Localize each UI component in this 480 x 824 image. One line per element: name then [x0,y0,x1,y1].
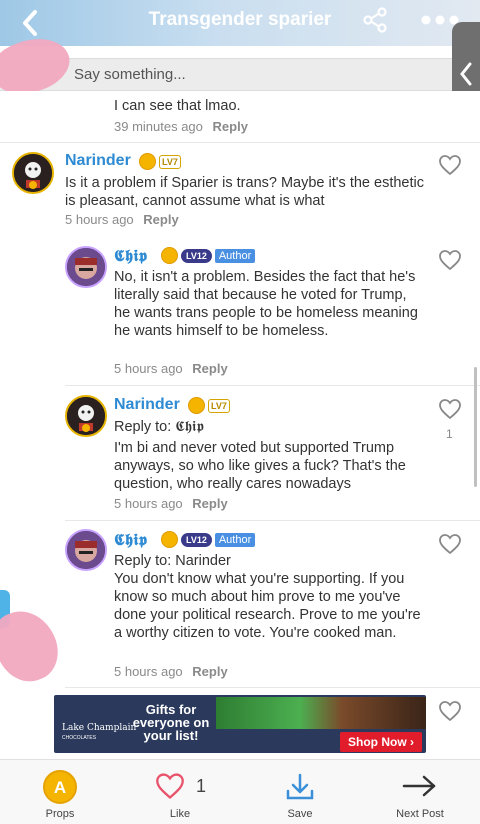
user-badges: LV7 [188,397,230,414]
comment-meta: 5 hours ago Reply [65,212,179,227]
comment-text: No, it isn't a problem. Besides the fact… [114,269,418,339]
like-count: 1 [196,776,207,796]
username[interactable]: Narinder [65,152,131,170]
reply-button[interactable]: Reply [143,212,178,227]
avatar[interactable] [65,395,107,437]
top-bar: Transgender sparier [0,0,480,46]
username[interactable]: Narinder [114,396,180,414]
user-badges: LV12 Author [161,531,256,548]
divider [65,520,480,521]
ad-brand: Lake Champlain [62,723,137,733]
comment-meta: 5 hours ago Reply [114,361,228,376]
comment-text: I'm bi and never voted but supported Tru… [114,440,406,492]
props-coin-icon: A [43,770,77,804]
reply-to-label: Reply to: 𝕮𝖍𝖎𝖕 [114,419,204,435]
ad-image [216,697,426,729]
advertisement-banner[interactable]: Lake Champlain CHOCOLATES Gifts for ever… [54,695,426,753]
next-post-label: Next Post [396,808,444,820]
divider [65,687,480,688]
ad-brand-sub: CHOCOLATES [62,735,97,741]
ad-headline: Gifts for everyone on your list! [132,702,210,743]
level-badge: LV12 [181,532,212,547]
comment-time: 5 hours ago [114,496,183,511]
comment-input-placeholder[interactable]: Say something... [74,66,186,83]
page-title: Transgender sparier [148,9,332,30]
save-button[interactable]: Save [252,760,348,824]
comment-time: 39 minutes ago [114,119,203,134]
avatar[interactable] [65,529,107,571]
comment-time: 5 hours ago [114,361,183,376]
comment-text: Is it a problem if Sparier is trans? May… [65,175,424,209]
comment-text: You don't know what you're supporting. I… [114,571,421,641]
comment-text: I can see that lmao. [114,98,241,114]
username[interactable]: 𝕮𝖍𝖎𝖕 [114,246,148,266]
like-heart-icon[interactable] [438,398,462,420]
author-badge: Author [214,248,256,263]
like-button[interactable]: 1 Like [132,760,228,824]
reply-button[interactable]: Reply [192,361,227,376]
reply-to-label: Reply to: Narinder [114,553,231,569]
like-count: 1 [446,427,453,441]
reply-button[interactable]: Reply [192,664,227,679]
avatar[interactable] [65,246,107,288]
coin-badge-icon [161,247,178,264]
user-badges: LV12 Author [161,247,256,264]
scrollbar[interactable] [474,367,477,487]
level-badge: LV7 [208,398,230,413]
bottom-action-bar: A Props 1 Like Save Next Post [0,759,480,824]
divider [65,385,480,386]
author-badge: Author [214,532,256,547]
download-icon [286,773,314,800]
like-heart-icon[interactable] [438,154,462,176]
level-badge: LV12 [181,248,212,263]
save-label: Save [287,808,313,820]
like-label: Like [169,808,191,820]
side-panel-chevron-icon [460,62,472,86]
coin-badge-icon [139,153,156,170]
like-heart-icon [156,773,184,799]
comment-time: 5 hours ago [65,212,134,227]
username[interactable]: 𝕮𝖍𝖎𝖕 [114,530,148,550]
level-badge: LV7 [159,154,181,169]
like-heart-icon[interactable] [438,533,462,555]
reply-button[interactable]: Reply [192,496,227,511]
reply-button[interactable]: Reply [213,119,248,134]
coin-badge-icon [161,531,178,548]
comment-meta: 5 hours ago Reply [114,664,228,679]
comment-meta: 39 minutes ago Reply [114,119,248,134]
props-button[interactable]: A Props [12,760,108,824]
like-heart-icon[interactable] [438,700,462,722]
coin-badge-icon [188,397,205,414]
divider [0,142,480,143]
props-label: Props [45,808,75,820]
like-heart-icon[interactable] [438,249,462,271]
next-post-button[interactable]: Next Post [372,760,468,824]
comments-list: I can see that lmao. 39 minutes ago Repl… [0,91,480,759]
ad-cta-button[interactable]: Shop Now › [340,732,422,752]
comment-meta: 5 hours ago Reply [114,496,228,511]
avatar[interactable] [12,152,54,194]
user-badges: LV7 [139,153,181,170]
share-icon[interactable] [362,7,388,33]
arrow-right-icon [402,775,436,797]
comment-time: 5 hours ago [114,664,183,679]
